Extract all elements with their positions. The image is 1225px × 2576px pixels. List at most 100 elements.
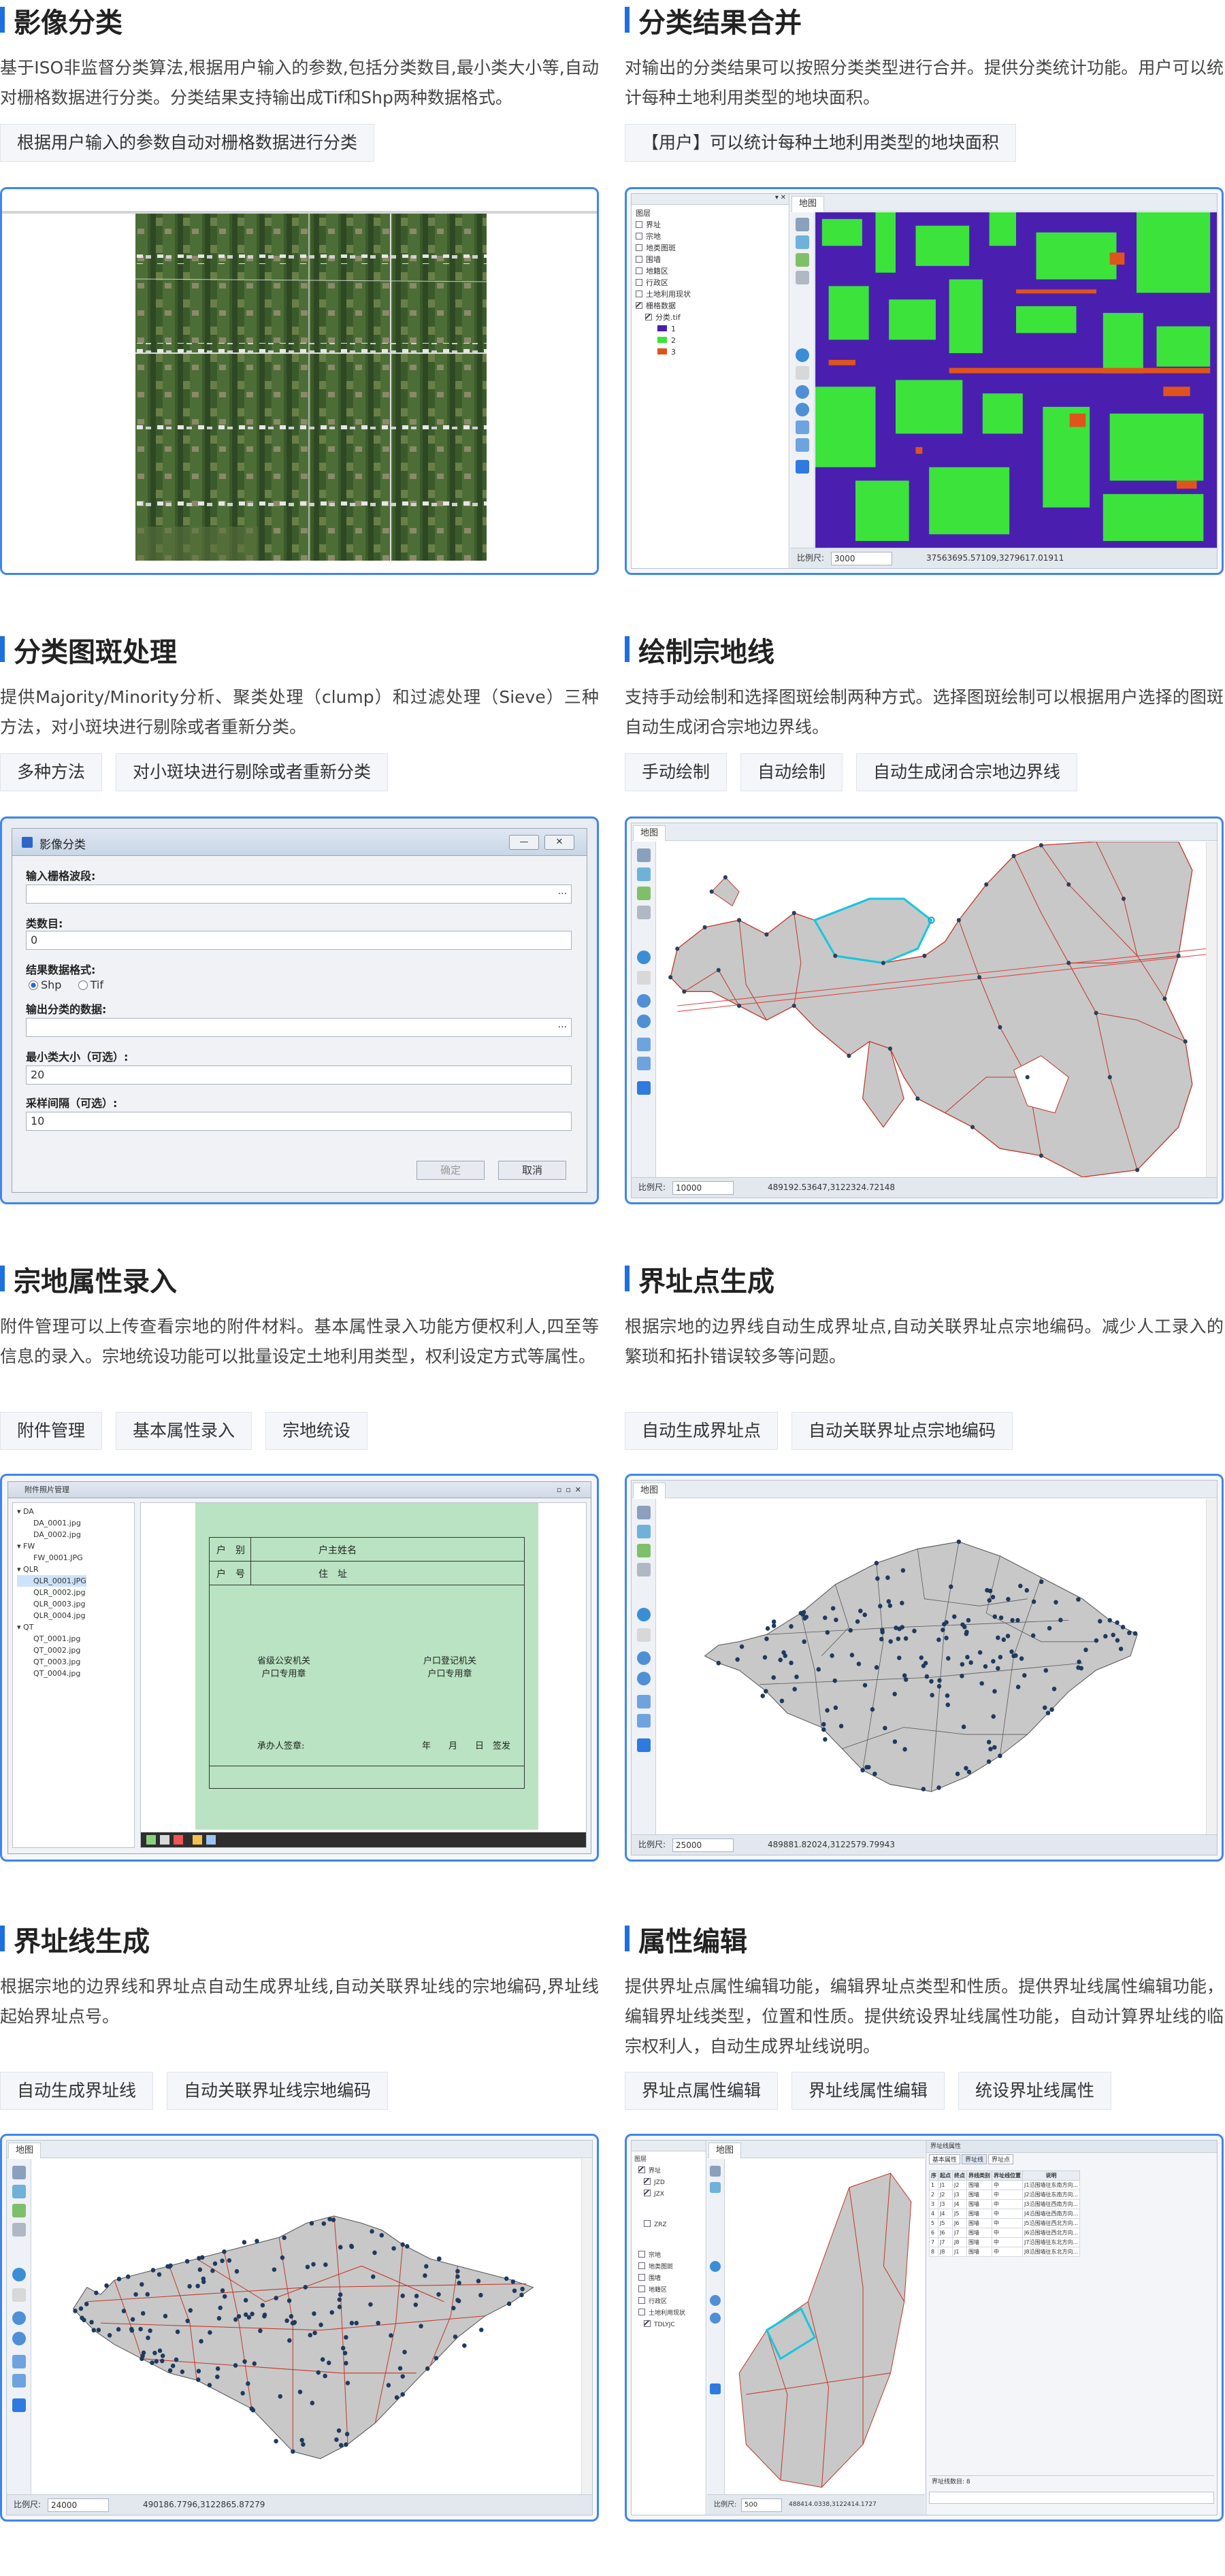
file-item[interactable]: QT_0002.jpg [17, 1645, 86, 1656]
table-cell[interactable]: J6沿围墙往西北方向... [1022, 2228, 1081, 2238]
checkbox[interactable] [636, 267, 642, 274]
layer-item[interactable]: 行政区 [636, 277, 691, 288]
rotate-icon[interactable] [146, 1835, 156, 1845]
tab-map[interactable]: 地图 [633, 1483, 666, 1498]
radio-shp[interactable] [29, 980, 38, 990]
back-arrow-icon[interactable] [12, 2398, 26, 2412]
layer-icon[interactable] [12, 2166, 26, 2179]
layer-icon[interactable] [637, 1506, 651, 1519]
table-row[interactable]: 3 J3 J4 围墙中 J3沿围墙往西南方向... [929, 2199, 1081, 2209]
map-canvas[interactable] [725, 2159, 925, 2494]
map-canvas[interactable] [657, 842, 1206, 1177]
tab-boundary-point[interactable]: 界址点 [988, 2154, 1014, 2164]
layer-item[interactable]: 围墙 [634, 2273, 685, 2285]
layer-item[interactable]: 地类图斑 [634, 2262, 685, 2273]
table-cell[interactable]: 5 [929, 2218, 938, 2228]
add-data-icon[interactable] [637, 1544, 651, 1557]
back-arrow-icon[interactable] [796, 460, 809, 474]
checkbox[interactable] [645, 314, 652, 320]
folder-icon[interactable] [193, 1835, 202, 1845]
hand-icon[interactable] [637, 971, 651, 985]
fit-icon[interactable] [796, 438, 809, 452]
map-canvas[interactable] [32, 2159, 581, 2494]
zoom-out-icon[interactable] [710, 2313, 721, 2324]
globe-icon[interactable] [710, 2182, 721, 2193]
image-icon[interactable] [206, 1835, 216, 1845]
back-arrow-icon[interactable] [637, 1081, 651, 1095]
zoom-out-icon[interactable] [637, 1672, 651, 1685]
table-cell[interactable]: 围墙 [966, 2218, 992, 2228]
file-item[interactable]: QLR_0003.jpg [17, 1598, 86, 1610]
layer-item[interactable]: JZX [634, 2189, 685, 2200]
table-cell[interactable]: 围墙 [966, 2209, 992, 2219]
cancel-button[interactable]: 取消 [498, 1161, 566, 1180]
full-extent-icon[interactable] [637, 1695, 651, 1708]
table-cell[interactable]: 中 [992, 2247, 1023, 2257]
hand-icon[interactable] [796, 366, 809, 380]
hand-icon[interactable] [637, 1628, 651, 1642]
zoom-in-icon[interactable] [710, 2295, 721, 2306]
scale-select[interactable]: 500 [741, 2498, 782, 2512]
folder-FW[interactable]: ▾ FW [17, 1540, 86, 1552]
table-cell[interactable]: 6 [929, 2228, 938, 2238]
table-cell[interactable]: J2沿围墙往东南方向... [1022, 2190, 1081, 2200]
layer-icon[interactable] [710, 2166, 721, 2177]
checkbox[interactable] [636, 221, 642, 228]
globe-icon[interactable] [637, 868, 651, 881]
table-cell[interactable]: J7沿围墙往东北方向... [1022, 2237, 1081, 2247]
layer-item[interactable]: 行政区 [634, 2296, 685, 2308]
select-icon[interactable] [637, 906, 651, 919]
table-row[interactable]: 2 J2 J3 围墙中 J2沿围墙往东南方向... [929, 2190, 1081, 2200]
layer-item[interactable]: 宗地 [636, 231, 691, 242]
layer-item[interactable]: 地类图斑 [636, 242, 691, 254]
scale-select[interactable]: 24000 [48, 2498, 109, 2512]
full-extent-icon[interactable] [637, 1038, 651, 1051]
file-item[interactable]: QT_0001.jpg [17, 1633, 86, 1645]
layer-item[interactable]: ZRZ [634, 2219, 685, 2231]
table-cell[interactable]: 中 [992, 2180, 1023, 2190]
add-data-icon[interactable] [12, 2204, 26, 2217]
layer-item[interactable]: TDLYJC [634, 2319, 685, 2331]
file-item[interactable]: QT_0003.jpg [17, 1656, 86, 1668]
checkbox[interactable] [636, 233, 642, 240]
table-cell[interactable]: J1沿围墙往东南方向... [1022, 2180, 1081, 2190]
layer-item[interactable]: 宗地 [634, 2250, 685, 2262]
table-cell[interactable]: 围墙 [966, 2190, 992, 2200]
table-cell[interactable]: 1 [929, 2180, 938, 2190]
minimize-button[interactable]: — [509, 835, 539, 850]
folder-QT[interactable]: ▾ QT [17, 1621, 86, 1633]
map-canvas[interactable] [815, 212, 1217, 548]
tab-map[interactable]: 地图 [633, 825, 666, 841]
checkbox[interactable] [636, 302, 642, 309]
table-cell[interactable]: 围墙 [966, 2247, 992, 2257]
zoom-in-icon[interactable] [796, 385, 809, 399]
table-cell[interactable]: J5沿围墙往西北方向... [1022, 2218, 1081, 2228]
table-cell[interactable]: J2 [952, 2180, 967, 2190]
input-raster-field[interactable]: ··· [26, 885, 572, 904]
vertical-scrollbar[interactable] [1206, 842, 1217, 1177]
globe-icon[interactable] [637, 1525, 651, 1538]
ok-button[interactable]: 确定 [416, 1161, 485, 1180]
browse-button[interactable]: ··· [558, 885, 567, 903]
table-cell[interactable]: 8 [929, 2247, 938, 2257]
tab-boundary-line[interactable]: 界址线 [962, 2154, 987, 2164]
layer-item[interactable]: 栅格数据 [636, 300, 691, 312]
globe-icon[interactable] [796, 235, 809, 249]
file-item[interactable]: DA_0002.jpg [17, 1529, 86, 1540]
table-cell[interactable]: J4 [952, 2199, 967, 2209]
table-cell[interactable]: 4 [929, 2209, 938, 2219]
attribute-edit-field[interactable] [929, 2492, 1214, 2504]
table-cell[interactable]: J7 [952, 2228, 967, 2238]
table-cell[interactable]: J1 [952, 2247, 967, 2257]
layer-item[interactable]: 围墙 [636, 254, 691, 265]
file-item-selected[interactable]: QLR_0001.JPG [17, 1575, 86, 1587]
layer-icon[interactable] [637, 848, 651, 862]
folder-DA[interactable]: ▾ DA [17, 1506, 86, 1517]
pan-icon[interactable] [12, 2268, 26, 2281]
add-data-icon[interactable] [796, 253, 809, 267]
radio-tif[interactable] [78, 980, 88, 990]
table-cell[interactable]: 3 [929, 2199, 938, 2209]
output-field[interactable]: ··· [26, 1018, 572, 1037]
file-item[interactable]: QLR_0002.jpg [17, 1587, 86, 1598]
table-cell[interactable]: J4沿围墙往西南方向... [1022, 2209, 1081, 2219]
